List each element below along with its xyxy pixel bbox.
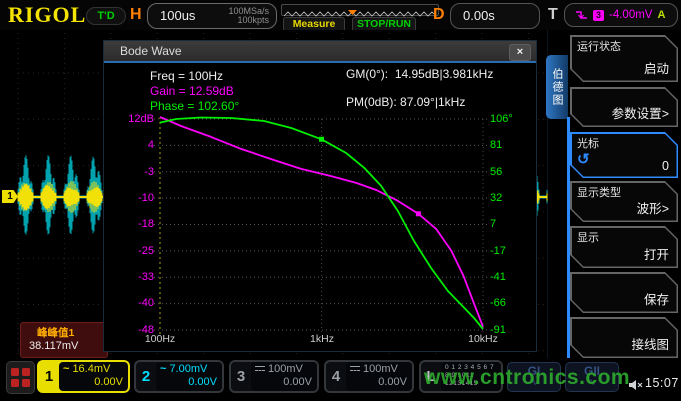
oscilloscope-screen: RIGOL T'D H 100us 100MSa/s 100kpts Measu… (0, 0, 681, 401)
sidebar-item-display[interactable]: 显示 打开 (570, 226, 678, 268)
timebase-value: 100us (160, 8, 195, 23)
delay-label: D (433, 6, 445, 24)
phase-tick: -41 (490, 271, 536, 283)
phase-tick: 32 (490, 192, 536, 204)
x-tick: 100Hz (138, 333, 182, 345)
phase-tick: -17 (490, 245, 536, 257)
trigger-source-badge: 3 (593, 10, 604, 21)
measurement-value: 38.117mV (29, 340, 78, 352)
rigol-logo: RIGOL (8, 2, 86, 28)
phase-tick: 7 (490, 218, 536, 230)
clock: 15:07 (645, 376, 679, 390)
rotate-knob-icon: ↺ (577, 150, 590, 168)
bode-plot (104, 41, 538, 353)
gain-tick: -18 (112, 218, 154, 230)
ac-coupling-icon: ~ (160, 363, 166, 376)
speaker-mute-icon[interactable] (628, 379, 643, 391)
trigger-box[interactable]: 3 -4.00mV A (564, 3, 678, 27)
sidebar-item-param-setup[interactable]: 参数设置> (570, 87, 678, 127)
sidebar-item-run-state[interactable]: 运行状态 启动 (570, 35, 678, 82)
x-tick: 10kHz (461, 333, 505, 345)
gain-tick: -25 (112, 245, 154, 257)
horizontal-box[interactable]: 100us 100MSa/s 100kpts (147, 3, 277, 29)
measurement-result-box: 峰峰值1 38.117mV (20, 322, 108, 358)
ac-coupling-icon: ~ (63, 363, 69, 376)
tab-bode[interactable]: 伯德图 (546, 55, 568, 119)
delay-value: 0.00s (463, 8, 495, 23)
waveform-preview-strip[interactable] (281, 4, 439, 16)
trigger-edge-icon (575, 9, 588, 21)
sidebar-item-wiring-diagram[interactable]: 接线图 (570, 317, 678, 358)
trigger-mode: A (657, 9, 665, 21)
gain-tick: 4 (112, 139, 154, 151)
gain-tick: -40 (112, 297, 154, 309)
trigger-label: T (548, 6, 558, 24)
memory-depth: 100kpts (237, 16, 269, 25)
watermark: www.cntronics.com (424, 366, 630, 390)
menu-grid-icon[interactable] (6, 361, 35, 394)
gain-tick: -33 (112, 271, 154, 283)
gain-tick: -10 (112, 192, 154, 204)
bode-wave-dialog: Bode Wave × Freq = 100Hz Gain = 12.59dB … (103, 40, 537, 352)
channel-1[interactable]: 1 ~16.4mV 0.00V (37, 360, 130, 393)
sidebar-item-cursor[interactable]: 光标 ↺ 0 (570, 132, 678, 178)
channel-2[interactable]: 2 ~7.00mV 0.00V (134, 360, 224, 393)
x-tick: 1kHz (300, 333, 344, 345)
channel-3[interactable]: 3 100mV 0.00V (229, 360, 319, 393)
trigger-status-badge: T'D (86, 7, 126, 25)
gain-tick: 12dB (112, 113, 154, 125)
phase-tick: 56 (490, 166, 536, 178)
delay-box[interactable]: 0.00s (450, 3, 540, 29)
bottom-channel-bar: 1 ~16.4mV 0.00V 2 ~7.00mV 0.00V 3 100mV … (0, 358, 681, 401)
phase-tick: 106° (490, 113, 536, 125)
sidebar-item-save[interactable]: 保存 (570, 272, 678, 313)
top-status-bar: RIGOL T'D H 100us 100MSa/s 100kpts Measu… (0, 0, 681, 30)
gain-tick: -3 (112, 166, 154, 178)
dc-coupling-icon (255, 366, 265, 373)
channel-4[interactable]: 4 100mV 0.00V (324, 360, 414, 393)
sidebar-item-display-type[interactable]: 显示类型 波形> (570, 181, 678, 222)
phase-tick: -66 (490, 297, 536, 309)
phase-tick: 81 (490, 139, 536, 151)
measurement-label: 峰峰值1 (37, 325, 74, 340)
horizontal-label: H (130, 6, 142, 24)
dc-coupling-icon (350, 366, 360, 373)
trigger-level: -4.00mV (609, 9, 652, 21)
